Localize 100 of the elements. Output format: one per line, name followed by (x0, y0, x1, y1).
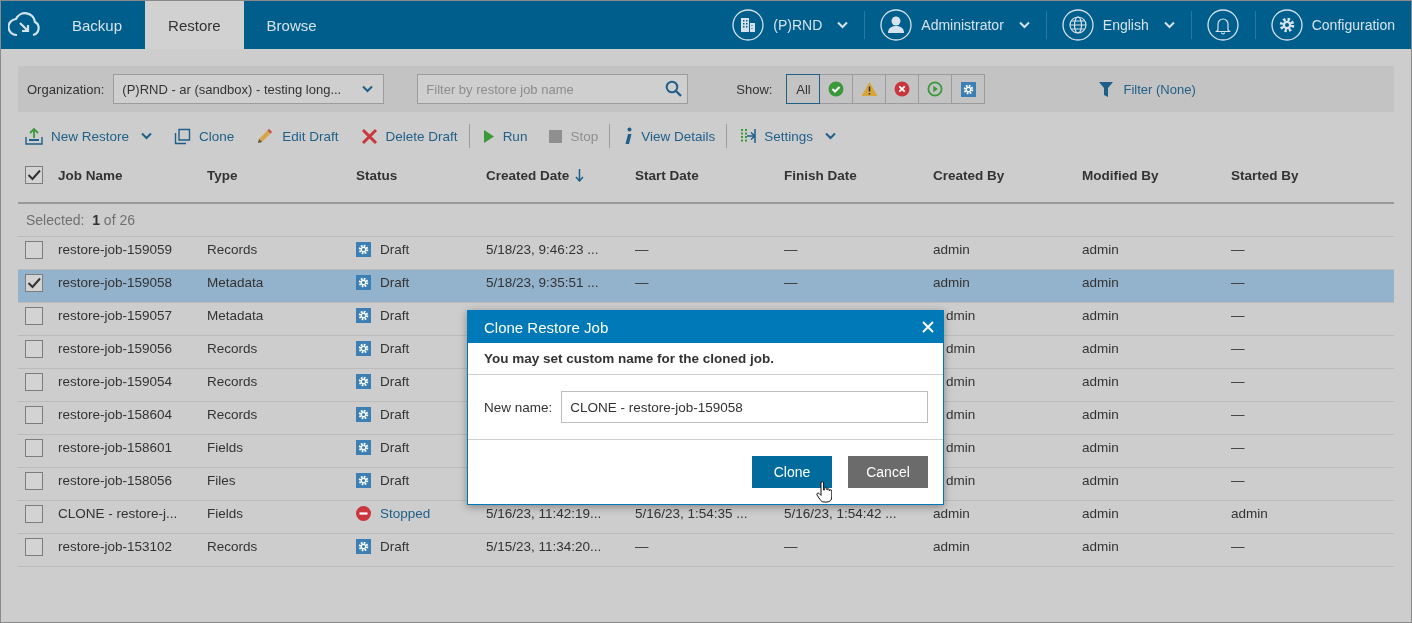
table-cell-text: Records (207, 242, 259, 257)
status-text: Draft (380, 539, 410, 554)
table-cell-text: restore-job-153102 (58, 539, 174, 554)
column-header[interactable]: Status (356, 167, 486, 183)
status-filter-button[interactable] (951, 74, 986, 104)
table-cell-text: — (635, 242, 650, 257)
table-cell-text: — (1231, 407, 1246, 422)
status-text: Draft (380, 242, 410, 257)
status-filter-button[interactable] (819, 74, 854, 104)
checkbox[interactable] (25, 306, 43, 325)
settings-menu[interactable]: Configuration (1254, 1, 1411, 49)
org-menu[interactable]: (P)RND (716, 1, 865, 49)
nav-tab[interactable]: Restore (145, 1, 244, 49)
column-header[interactable]: Type (207, 167, 356, 183)
checkbox[interactable] (25, 339, 43, 358)
building-icon (732, 9, 765, 41)
status-text[interactable]: Stopped (380, 506, 431, 521)
delete-icon (360, 127, 378, 145)
nav-tab[interactable]: Browse (243, 1, 340, 49)
column-header[interactable]: Finish Date (784, 167, 933, 183)
draft-icon (356, 275, 371, 290)
column-header[interactable]: Modified By (1082, 167, 1231, 183)
show-label: Show: (736, 81, 773, 97)
stopped-icon (356, 506, 371, 521)
table-cell-text: admin (933, 539, 971, 554)
delete-button[interactable]: Delete Draft (353, 121, 465, 151)
status-filter-button[interactable] (918, 74, 953, 104)
info-icon (623, 127, 634, 145)
checkbox[interactable] (25, 471, 43, 490)
status-filter-button[interactable]: All (786, 74, 821, 104)
table-cell-text: — (1231, 473, 1246, 488)
close-button[interactable] (921, 320, 935, 334)
column-header[interactable]: Job Name (58, 167, 207, 183)
clone-button[interactable]: Clone (167, 121, 242, 151)
column-header[interactable]: Started By (1231, 167, 1394, 183)
table-row[interactable]: restore-job-159058 Metadata Draft 5/18/23, 9:35:51 ... — — admin admin — (18, 270, 1394, 303)
table-cell-text: admin (933, 275, 971, 290)
stop-icon (549, 129, 563, 143)
draft-icon (356, 308, 371, 323)
status-text: Draft (380, 308, 410, 323)
status-filter-button[interactable] (852, 74, 887, 104)
checkbox[interactable] (25, 537, 43, 556)
table-cell-text: restore-job-159056 (58, 341, 174, 356)
user-menu[interactable]: Administrator (864, 1, 1046, 49)
table-cell-text: dmin (945, 374, 977, 389)
table-cell-text: — (1231, 275, 1246, 290)
table-cell-text: restore-job-159057 (58, 308, 174, 323)
name-field[interactable]: CLONE - restore-job-159058 (561, 391, 928, 423)
status-filter-button[interactable] (885, 74, 920, 104)
table-cell-text: 5/16/23, 11:42:19... (486, 506, 603, 521)
sort-down-icon (575, 168, 585, 182)
table-row[interactable]: restore-job-153102 Records Draft 5/15/23, 11:34:20... — — admin admin — (18, 534, 1394, 567)
column-header[interactable]: Start Date (635, 167, 784, 183)
settings-icon (1270, 9, 1303, 41)
status-text: Draft (380, 275, 410, 290)
settings-button[interactable]: Settings (733, 121, 843, 151)
draft-icon (356, 242, 371, 257)
cancel-button[interactable]: Cancel (848, 456, 928, 488)
chevron-down-icon (141, 132, 153, 140)
filter-link[interactable]: Filter (None) (1093, 80, 1202, 98)
chevron-down-icon (837, 21, 849, 29)
upload-icon (25, 127, 43, 145)
table-cell-text: admin (1082, 308, 1120, 323)
checkbox[interactable] (25, 166, 43, 184)
details-button[interactable]: View Details (616, 121, 723, 151)
gear-icon (960, 81, 976, 97)
table-cell-text: restore-job-159058 (58, 275, 174, 290)
run-button[interactable]: Run (475, 121, 535, 151)
search-field[interactable]: Filter by restore job name (417, 74, 689, 104)
checkbox[interactable] (25, 240, 43, 259)
column-header[interactable]: Created Date (486, 167, 570, 183)
error-icon (894, 81, 911, 97)
checkbox[interactable] (25, 504, 43, 523)
table-cell-text: admin (933, 506, 971, 521)
columns-settings-icon (740, 128, 757, 144)
table-cell-text: — (784, 242, 799, 257)
table-cell-text: — (784, 539, 799, 554)
checkbox[interactable] (25, 438, 43, 457)
table-cell-text: Records (207, 374, 259, 389)
table-cell-text: Records (207, 341, 259, 356)
language-menu[interactable]: English (1045, 1, 1191, 49)
search-icon[interactable] (665, 80, 683, 97)
table-cell-text: restore-job-159059 (58, 242, 174, 257)
edit-button[interactable]: Edit Draft (249, 121, 346, 151)
checkbox[interactable] (25, 405, 43, 424)
table-cell-text: Files (207, 473, 237, 488)
table-cell-text: dmin (945, 407, 977, 422)
draft-icon (356, 539, 371, 554)
status-text: Draft (380, 341, 410, 356)
checkbox[interactable] (25, 273, 43, 292)
pencil-icon (256, 127, 275, 145)
table-cell-text: admin (1082, 341, 1120, 356)
organization-select[interactable]: (P)RND - ar (sandbox) - testing long... (113, 74, 385, 104)
checkbox[interactable] (25, 372, 43, 391)
column-header[interactable]: Created By (933, 167, 1082, 183)
new-button[interactable]: New Restore (18, 121, 160, 151)
nav-tab[interactable]: Backup (49, 1, 146, 49)
chevron-down-icon (1018, 21, 1030, 29)
clone-button[interactable]: Clone (752, 456, 832, 488)
bell-icon[interactable] (1206, 9, 1239, 41)
